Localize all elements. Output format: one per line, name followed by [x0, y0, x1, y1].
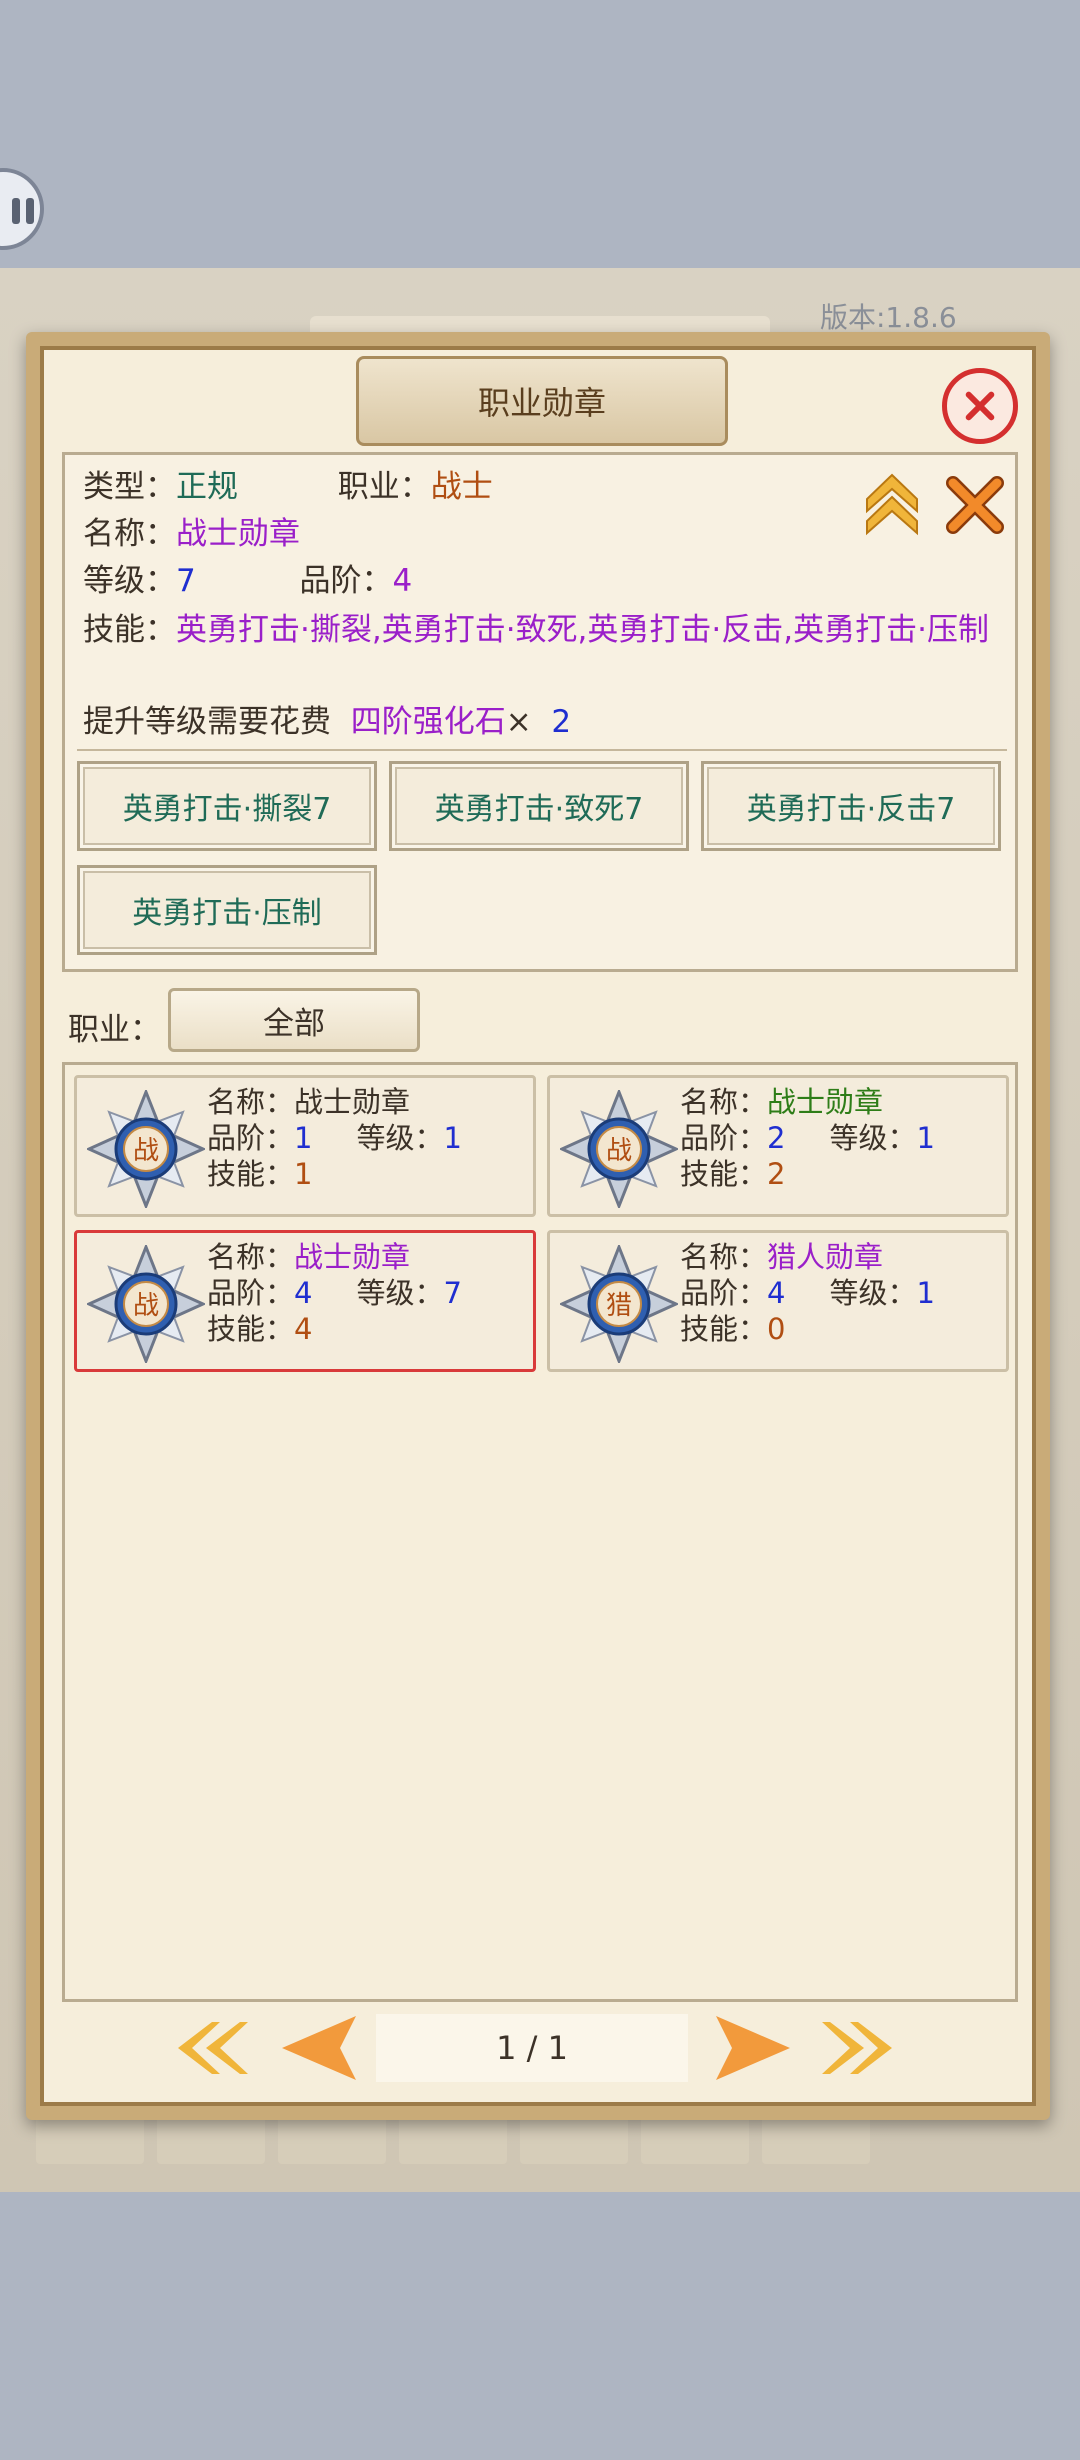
medal-icon: 战: [87, 1090, 205, 1208]
medal-icon: 猎: [560, 1245, 678, 1363]
panel-title: 职业勋章: [356, 356, 728, 446]
medal-level: 7: [443, 1276, 462, 1310]
type-value: 正规: [176, 469, 238, 505]
svg-text:猎: 猎: [606, 1291, 632, 1321]
level-grade-row: 等级：7 品阶：4: [83, 563, 413, 599]
medal-grade-level-row: 品阶：4 等级：1: [680, 1276, 935, 1310]
medal-grade-level-row: 品阶：1 等级：1: [207, 1121, 462, 1155]
medal-grade: 4: [294, 1276, 313, 1310]
svg-text:战: 战: [133, 1291, 159, 1321]
skills-row: 技能：英勇打击·撕裂,英勇打击·致死,英勇打击·反击,英勇打击·压制: [83, 612, 989, 648]
name-row: 名称：战士勋章: [83, 516, 300, 552]
medal-name-row: 名称：猎人勋章: [680, 1240, 884, 1274]
divider: [77, 749, 1007, 751]
medal-card[interactable]: 战 名称：战士勋章 品阶：2 等级：1 技能：2: [547, 1075, 1009, 1217]
medal-grade: 1: [294, 1121, 313, 1155]
medal-skill-row: 技能：4: [207, 1312, 313, 1346]
type-job-row: 类型：正规 职业：战士: [83, 469, 493, 505]
floating-assistant-button[interactable]: [0, 168, 44, 250]
upgrade-arrow-icon[interactable]: [865, 473, 919, 537]
medal-level: 1: [916, 1276, 935, 1310]
medal-name-row: 名称：战士勋章: [680, 1085, 884, 1119]
medal-name: 战士勋章: [294, 1085, 411, 1119]
medal-grade: 4: [767, 1276, 786, 1310]
job-filter-label: 职业：: [68, 1012, 161, 1048]
medal-skill-count: 0: [767, 1312, 786, 1346]
medal-skill-count: 4: [294, 1312, 313, 1346]
medal-name: 战士勋章: [294, 1240, 411, 1274]
medal-skill-row: 技能：1: [207, 1157, 313, 1191]
dismantle-x-icon[interactable]: [943, 473, 1007, 537]
medal-skill-count: 2: [767, 1157, 786, 1191]
job-value: 战士: [430, 469, 493, 505]
level-value: 7: [176, 563, 196, 599]
medal-detail-box: 类型：正规 职业：战士 名称：战士勋章 等级：7 品阶：4 技能：英勇打击·撕裂…: [62, 452, 1018, 972]
grade-value: 4: [392, 563, 413, 599]
medal-card[interactable]: 战 名称：战士勋章 品阶：4 等级：7 技能：4: [74, 1230, 536, 1372]
medal-card[interactable]: 战 名称：战士勋章 品阶：1 等级：1 技能：1: [74, 1075, 536, 1217]
medal-level: 1: [443, 1121, 462, 1155]
last-page-icon[interactable]: [812, 2008, 902, 2088]
skill-button-lethal[interactable]: 英勇打击·致死7: [389, 761, 689, 851]
medal-skill-row: 技能：2: [680, 1157, 786, 1191]
skills-value: 英勇打击·撕裂,英勇打击·致死,英勇打击·反击,英勇打击·压制: [176, 612, 989, 648]
skill-button-tear[interactable]: 英勇打击·撕裂7: [77, 761, 377, 851]
medal-name: 战士勋章: [767, 1085, 884, 1119]
version-text: 版本:1.8.6: [820, 301, 957, 334]
svg-text:战: 战: [606, 1136, 632, 1166]
medal-list: 战名称：战士勋章 品阶：1 等级：1 技能：1 战名称：战士勋章 品阶：2 等级：1 技能：…: [62, 1062, 1018, 2002]
skill-button-counter[interactable]: 英勇打击·反击7: [701, 761, 1001, 851]
medal-name-row: 名称：战士勋章: [207, 1085, 411, 1119]
medal-level: 1: [916, 1121, 935, 1155]
cost-item: 四阶强化石: [350, 704, 506, 740]
medal-grade: 2: [767, 1121, 786, 1155]
job-filter-select[interactable]: 全部: [168, 988, 420, 1052]
first-page-icon[interactable]: [168, 2008, 258, 2088]
medal-grade-level-row: 品阶：2 等级：1: [680, 1121, 935, 1155]
medal-name: 猎人勋章: [767, 1240, 884, 1274]
upgrade-cost-row: 提升等级需要花费 四阶强化石× 2: [83, 704, 572, 740]
page-indicator: 1 / 1: [376, 2014, 688, 2082]
medal-icon: 战: [560, 1090, 678, 1208]
next-page-icon[interactable]: [706, 2008, 796, 2088]
medal-icon: 战: [87, 1245, 205, 1363]
medal-name-row: 名称：战士勋章: [207, 1240, 411, 1274]
medal-grade-level-row: 品阶：4 等级：7: [207, 1276, 462, 1310]
medal-skill-count: 1: [294, 1157, 313, 1191]
close-panel-button[interactable]: [942, 368, 1018, 444]
cost-count: 2: [551, 704, 572, 740]
name-value: 战士勋章: [176, 516, 300, 552]
medal-card[interactable]: 猎 名称：猎人勋章 品阶：4 等级：1 技能：0: [547, 1230, 1009, 1372]
pager: 1 / 1: [0, 2008, 1080, 2088]
svg-text:战: 战: [133, 1136, 159, 1166]
skill-button-suppress[interactable]: 英勇打击·压制: [77, 865, 377, 955]
medal-skill-row: 技能：0: [680, 1312, 786, 1346]
prev-page-icon[interactable]: [276, 2008, 366, 2088]
